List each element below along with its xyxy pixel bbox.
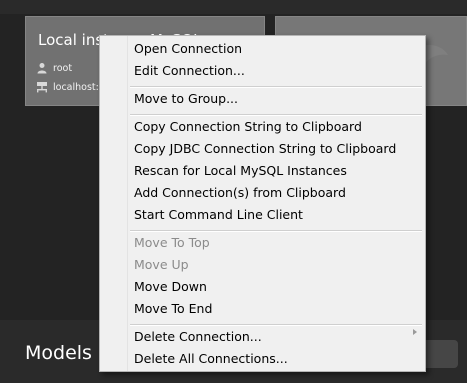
menu-item-delete-connection[interactable]: Delete Connection... [134, 326, 262, 347]
menu-item-move-to-top: Move To Top [134, 235, 210, 250]
top-strip [0, 0, 467, 14]
menu-item-start-command-line-client[interactable]: Start Command Line Client [134, 204, 303, 225]
models-heading: Models [25, 342, 92, 364]
submenu-arrow-icon [413, 329, 417, 335]
menu-item-delete-all-connections[interactable]: Delete All Connections... [134, 348, 288, 369]
menu-item-copy-jdbc-string[interactable]: Copy JDBC Connection String to Clipboard [134, 138, 396, 159]
menu-item-copy-connection-string[interactable]: Copy Connection String to Clipboard [134, 116, 362, 137]
menu-item-open-connection[interactable]: Open Connection [134, 38, 242, 59]
menu-item-move-up: Move Up [134, 257, 189, 272]
menu-item-rescan-local-instances[interactable]: Rescan for Local MySQL Instances [134, 160, 347, 181]
menu-item-move-to-end[interactable]: Move To End [134, 298, 212, 319]
menu-item-move-down[interactable]: Move Down [134, 276, 207, 297]
network-icon [37, 82, 47, 93]
connection-host: localhost:3 [53, 81, 105, 93]
menu-item-move-to-group[interactable]: Move to Group... [134, 88, 238, 109]
user-icon [37, 63, 47, 74]
connection-context-menu: Open Connection Edit Connection... Move … [99, 35, 426, 372]
connection-host-row: localhost:3 [36, 81, 105, 93]
connection-user: root [53, 62, 73, 74]
connection-user-row: root [36, 62, 72, 74]
menu-item-add-from-clipboard[interactable]: Add Connection(s) from Clipboard [134, 182, 346, 203]
menu-item-edit-connection[interactable]: Edit Connection... [134, 60, 245, 81]
menu-icon-gutter [100, 36, 128, 371]
workbench-home: Local instance MySQL root localhost:3 [0, 0, 467, 383]
